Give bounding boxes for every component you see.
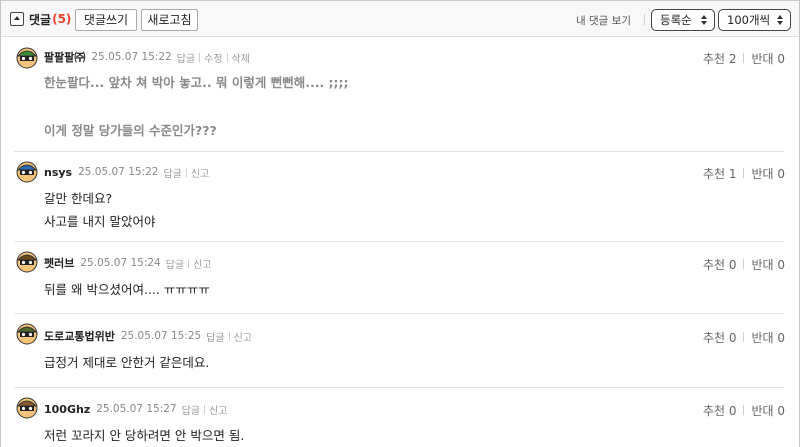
- meta-divider: [226, 52, 228, 62]
- oppose-button[interactable]: 반대 0: [751, 402, 785, 419]
- sort-order-select[interactable]: 등록순: [651, 9, 715, 31]
- comment-date: 25.05.07 15:22: [78, 166, 159, 178]
- meta-divider: [228, 331, 230, 341]
- user-avatar-icon[interactable]: [16, 397, 38, 419]
- comment-text: 급정거 제대로 안한거 같은데요.: [44, 355, 210, 370]
- comment-date: 25.05.07 15:27: [96, 403, 177, 415]
- user-avatar-icon[interactable]: [16, 323, 38, 345]
- meta-divider: [185, 167, 187, 177]
- reply-link[interactable]: 답글: [206, 329, 224, 344]
- recommend-button[interactable]: 추천 1: [703, 165, 737, 182]
- recommend-button[interactable]: 추천 2: [703, 50, 737, 67]
- recommend-button[interactable]: 추천 0: [703, 402, 737, 419]
- user-avatar-icon[interactable]: [16, 47, 38, 69]
- reply-link[interactable]: 답글: [163, 165, 181, 180]
- comment-separator: [14, 313, 784, 314]
- report-link[interactable]: 신고: [191, 165, 209, 180]
- comment-separator: [14, 387, 784, 388]
- reply-link[interactable]: 답글: [182, 402, 200, 417]
- comment-separator: [14, 151, 784, 152]
- my-comments-link[interactable]: 내 댓글 보기: [576, 13, 631, 28]
- select-arrows-icon: [700, 14, 708, 26]
- recommend-button[interactable]: 추천 0: [703, 256, 737, 273]
- report-link[interactable]: 신고: [234, 329, 252, 344]
- oppose-button[interactable]: 반대 0: [751, 256, 785, 273]
- reply-link[interactable]: 답글: [166, 256, 184, 271]
- comment-toolbar: 댓글 (5) 댓글쓰기 새로고침 내 댓글 보기 등록순 100개씩: [1, 0, 799, 37]
- edit-link[interactable]: 수정: [204, 50, 222, 65]
- comment-title: 댓글: [29, 12, 52, 27]
- comment-author[interactable]: 펫러브: [44, 255, 74, 271]
- user-avatar-icon[interactable]: [16, 161, 38, 183]
- comment-author[interactable]: 100Ghz: [44, 403, 90, 416]
- comment-toggle[interactable]: 댓글 (5): [10, 10, 71, 28]
- delete-link[interactable]: 삭제: [232, 50, 250, 65]
- recommend-button[interactable]: 추천 0: [703, 329, 737, 346]
- comment-author[interactable]: 도로교통법위반: [44, 328, 115, 344]
- vote-divider: [743, 259, 745, 269]
- select-arrows-icon: [776, 14, 784, 26]
- meta-divider: [204, 404, 205, 414]
- comment-date: 25.05.07 15:24: [80, 257, 161, 269]
- reply-link[interactable]: 답글: [177, 50, 195, 65]
- comment-date: 25.05.07 15:25: [120, 330, 202, 342]
- comment-text: 뒤를 왜 박으셨어여.... ㅠㅠㅠㅠ: [44, 282, 210, 297]
- comment-separator: [14, 241, 784, 242]
- comment-text: 한눈팔다... 앞차 쳐 박아 놓고.. 뭐 이렇게 뻔뻔해.... ;;;;: [44, 75, 349, 90]
- meta-divider: [188, 258, 190, 268]
- sort-order-value: 등록순: [660, 13, 692, 27]
- report-link[interactable]: 신고: [193, 256, 211, 271]
- comment-text: 이게 정말 당가들의 수준인가???: [44, 123, 217, 138]
- user-avatar-icon[interactable]: [16, 251, 38, 273]
- oppose-button[interactable]: 반대 0: [751, 50, 785, 67]
- meta-divider: [199, 52, 201, 62]
- comment-count: (5): [52, 12, 72, 26]
- page-size-value: 100개씩: [727, 13, 771, 27]
- toolbar-divider: [644, 14, 645, 25]
- oppose-button[interactable]: 반대 0: [751, 165, 785, 182]
- comment-text: 갈만 한데요?: [44, 191, 113, 206]
- refresh-button[interactable]: 새로고침: [141, 9, 198, 31]
- write-comment-button[interactable]: 댓글쓰기: [75, 9, 137, 31]
- page-size-select[interactable]: 100개씩: [718, 9, 791, 31]
- comment-date: 25.05.07 15:22: [91, 51, 172, 63]
- vote-divider: [743, 168, 745, 178]
- oppose-button[interactable]: 반대 0: [751, 329, 785, 346]
- comment-author[interactable]: nsys: [44, 166, 72, 179]
- vote-divider: [743, 53, 745, 63]
- comment-author[interactable]: 팔팔팔㈜: [44, 49, 85, 65]
- vote-divider: [743, 405, 745, 415]
- comment-text: 사고를 내지 말았어야: [44, 214, 156, 229]
- vote-divider: [743, 332, 745, 342]
- collapse-icon[interactable]: [10, 12, 24, 26]
- comment-text: 저런 꼬라지 안 당하려면 안 박으면 됨.: [44, 428, 245, 443]
- report-link[interactable]: 신고: [209, 402, 227, 417]
